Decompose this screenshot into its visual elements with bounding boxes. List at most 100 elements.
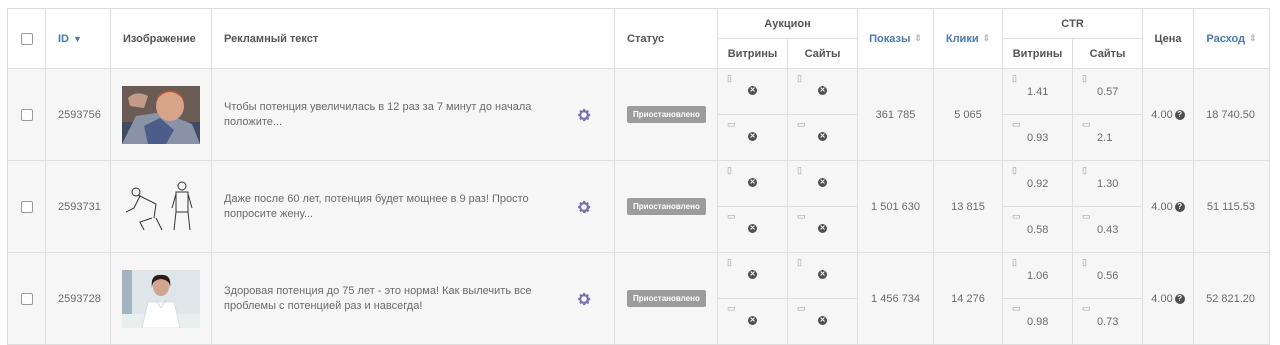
- x-circle-icon: ✕: [818, 316, 827, 325]
- auction-storefronts-cell: ▯ ✕ ▭ ✕: [717, 68, 788, 161]
- x-circle-icon: ✕: [818, 178, 827, 187]
- row-checkbox[interactable]: [20, 292, 33, 305]
- row-select-cell: [7, 252, 46, 345]
- x-circle-icon: ✕: [748, 86, 757, 95]
- header-clicks[interactable]: Клики ⇕: [933, 8, 1003, 69]
- auction-storefronts-cell: ▯ ✕ ▭ ✕: [717, 160, 788, 253]
- sort-icon: ⇕: [1249, 33, 1257, 44]
- desktop-icon: ▭: [1082, 211, 1091, 221]
- clicks-value: 13 815: [933, 160, 1003, 253]
- desktop-icon: ▭: [1082, 303, 1091, 313]
- status-cell: Приостановлено: [614, 160, 718, 253]
- header-ad-text: Рекламный текст: [211, 8, 615, 69]
- status-badge: Приостановлено: [627, 198, 706, 215]
- header-impressions[interactable]: Показы ⇕: [857, 8, 934, 69]
- select-all-checkbox[interactable]: [20, 32, 33, 45]
- desktop-icon: ▭: [1012, 119, 1021, 129]
- x-circle-icon: ✕: [748, 270, 757, 279]
- impressions-value: 1 456 734: [857, 252, 934, 345]
- status-badge: Приостановлено: [627, 106, 706, 123]
- ad-text: Здоровая потенция до 75 лет - это норма!…: [224, 284, 532, 312]
- ad-text-cell: Здоровая потенция до 75 лет - это норма!…: [211, 252, 615, 345]
- sort-icon: ⇕: [982, 33, 991, 44]
- ctr-storefronts-cell: ▯ 1.41 ▭ 0.93: [1002, 68, 1073, 161]
- question-icon[interactable]: ?: [1174, 201, 1185, 212]
- table-row: 2593728 Здоровая потенция до 75 лет - эт…: [7, 252, 1271, 345]
- mobile-icon: ▯: [727, 165, 732, 175]
- ad-thumbnail[interactable]: [122, 85, 200, 144]
- auction-sites-cell: ▯ ✕ ▭ ✕: [787, 160, 858, 253]
- header-ctr-storefronts: Витрины: [1002, 38, 1073, 69]
- header-auction: Аукцион: [717, 8, 858, 39]
- header-spend[interactable]: Расход ⇕: [1193, 8, 1271, 69]
- header-status: Статус: [614, 8, 718, 69]
- header-ctr: CTR: [1001, 8, 1144, 39]
- price-cell: 4.00?: [1142, 160, 1195, 253]
- desktop-icon: ▭: [1012, 211, 1021, 221]
- auction-sites-cell: ▯ ✕ ▭ ✕: [787, 68, 858, 161]
- header-auction-storefronts: Витрины: [717, 38, 788, 69]
- gear-icon[interactable]: [576, 107, 592, 123]
- row-checkbox[interactable]: [20, 108, 33, 121]
- mobile-icon: ▯: [1012, 257, 1017, 267]
- ads-table: ID ▼ Изображение Рекламный текст Статус А…: [7, 8, 1271, 345]
- header-spend-label: Расход: [1206, 32, 1246, 45]
- status-badge: Приостановлено: [627, 290, 706, 307]
- mobile-icon: ▯: [1082, 73, 1087, 83]
- desktop-icon: ▭: [727, 211, 736, 221]
- auction-sites-cell: ▯ ✕ ▭ ✕: [787, 252, 858, 345]
- ctr-storefronts-cell: ▯ 1.06 ▭ 0.98: [1002, 252, 1073, 345]
- desktop-icon: ▭: [1082, 119, 1091, 129]
- header-impressions-label: Показы: [869, 32, 911, 45]
- ctr-value: 0.98: [1027, 316, 1049, 328]
- ctr-value: 0.57: [1097, 86, 1119, 98]
- ctr-value: 0.92: [1027, 178, 1049, 190]
- ad-text: Чтобы потенция увеличилась в 12 раз за 7…: [224, 100, 532, 128]
- header-price: Цена: [1142, 8, 1195, 69]
- x-circle-icon: ✕: [748, 132, 757, 141]
- x-circle-icon: ✕: [818, 224, 827, 233]
- x-circle-icon: ✕: [818, 86, 827, 95]
- triangle-down-icon: ▼: [73, 33, 82, 44]
- ad-thumbnail[interactable]: [122, 177, 200, 236]
- row-checkbox[interactable]: [20, 200, 33, 213]
- auction-storefronts-cell: ▯ ✕ ▭ ✕: [717, 252, 788, 345]
- desktop-icon: ▭: [1012, 303, 1021, 313]
- ad-image-cell: [110, 68, 212, 161]
- mobile-icon: ▯: [797, 257, 802, 267]
- question-icon[interactable]: ?: [1174, 293, 1185, 304]
- header-id[interactable]: ID ▼: [45, 8, 111, 69]
- mobile-icon: ▯: [797, 165, 802, 175]
- status-cell: Приостановлено: [614, 252, 718, 345]
- ad-id: 2593728: [45, 252, 111, 345]
- mobile-icon: ▯: [1082, 165, 1087, 175]
- ctr-value: 1.30: [1097, 178, 1119, 190]
- ctr-value: 1.06: [1027, 270, 1049, 282]
- spend-value: 51 115.53: [1193, 160, 1271, 253]
- ctr-sites-cell: ▯ 1.30 ▭ 0.43: [1071, 160, 1144, 253]
- table-row: 2593756 Чтобы потенция увеличилась в 12 …: [7, 68, 1271, 161]
- ctr-value: 0.58: [1027, 224, 1049, 236]
- gear-icon[interactable]: [576, 199, 592, 215]
- ctr-value: 2.1: [1097, 132, 1113, 144]
- price-value: 4.00: [1151, 292, 1173, 305]
- ctr-sites-cell: ▯ 0.57 ▭ 2.1: [1071, 68, 1144, 161]
- desktop-icon: ▭: [797, 211, 806, 221]
- mobile-icon: ▯: [1082, 257, 1087, 267]
- ad-thumbnail[interactable]: [122, 269, 200, 328]
- x-circle-icon: ✕: [748, 224, 757, 233]
- mobile-icon: ▯: [727, 257, 732, 267]
- mobile-icon: ▯: [797, 73, 802, 83]
- gear-icon[interactable]: [576, 291, 592, 307]
- price-cell: 4.00?: [1142, 252, 1195, 345]
- mobile-icon: ▯: [1012, 73, 1017, 83]
- x-circle-icon: ✕: [748, 316, 757, 325]
- mobile-icon: ▯: [727, 73, 732, 83]
- ad-id: 2593756: [45, 68, 111, 161]
- question-icon[interactable]: ?: [1174, 109, 1185, 120]
- table-row: 2593731 Даже после 60 лет, потенция буде…: [7, 160, 1271, 253]
- header-auction-sites: Сайты: [787, 38, 858, 69]
- desktop-icon: ▭: [727, 119, 736, 129]
- ad-text: Даже после 60 лет, потенция будет мощнее…: [224, 192, 529, 220]
- header-id-label: ID: [58, 32, 69, 45]
